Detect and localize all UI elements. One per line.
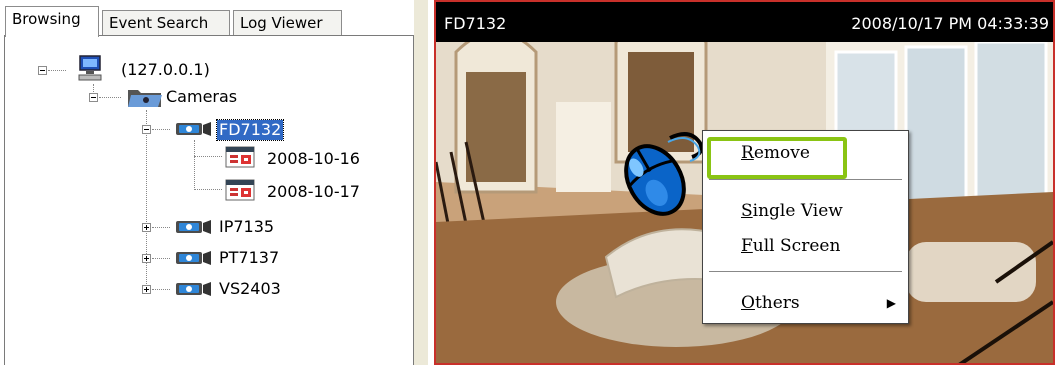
cameras-node-label[interactable]: Cameras — [166, 87, 237, 107]
menu-separator — [709, 271, 902, 273]
collapse-toggle[interactable] — [89, 93, 98, 102]
timestamp: 2008/10/17 PM 04:33:39 — [851, 14, 1049, 33]
computer-icon — [76, 54, 106, 86]
submenu-arrow-icon: ▶ — [886, 296, 896, 310]
device-tree: (127.0.0.1) Cameras FD7132 2008-10-16 20… — [4, 35, 414, 365]
date-node[interactable]: 2008-10-16 — [267, 149, 360, 169]
expand-toggle[interactable] — [142, 285, 151, 294]
mouse-icon — [610, 130, 710, 224]
folder-camera-icon — [127, 86, 163, 112]
menu-item-full-screen[interactable]: Full Screen — [703, 231, 908, 261]
tab-browsing[interactable]: Browsing — [5, 6, 99, 37]
camera-node-ip7135[interactable]: IP7135 — [219, 217, 274, 237]
camera-icon — [175, 120, 213, 142]
left-panel: Browsing Event Search Log Viewer (127.0.… — [0, 0, 428, 365]
calendar-icon — [225, 146, 255, 172]
camera-node-fd7132[interactable]: FD7132 — [215, 119, 285, 141]
camera-icon — [175, 218, 213, 240]
collapse-toggle[interactable] — [142, 125, 151, 134]
menu-item-others[interactable]: Others ▶ — [703, 288, 908, 318]
calendar-icon — [225, 179, 255, 205]
camera-node-pt7137[interactable]: PT7137 — [219, 248, 279, 268]
server-node-label[interactable]: (127.0.0.1) — [121, 60, 210, 80]
scrollbar[interactable] — [414, 0, 428, 365]
remove-highlight-box — [707, 137, 847, 179]
tab-bar: Browsing Event Search Log Viewer — [0, 6, 428, 37]
expand-toggle[interactable] — [142, 254, 151, 263]
camera-name: FD7132 — [444, 14, 507, 33]
expand-toggle[interactable] — [142, 223, 151, 232]
date-node[interactable]: 2008-10-17 — [267, 182, 360, 202]
camera-icon — [175, 249, 213, 271]
tab-event-search[interactable]: Event Search — [102, 10, 230, 36]
menu-separator — [709, 179, 902, 181]
menu-item-single-view[interactable]: Single View — [703, 196, 908, 226]
collapse-toggle[interactable] — [38, 66, 47, 75]
tab-log-viewer[interactable]: Log Viewer — [233, 10, 342, 36]
camera-node-vs2403[interactable]: VS2403 — [219, 279, 281, 299]
video-title-bar: FD7132 2008/10/17 PM 04:33:39 — [436, 2, 1053, 42]
camera-icon — [175, 280, 213, 302]
